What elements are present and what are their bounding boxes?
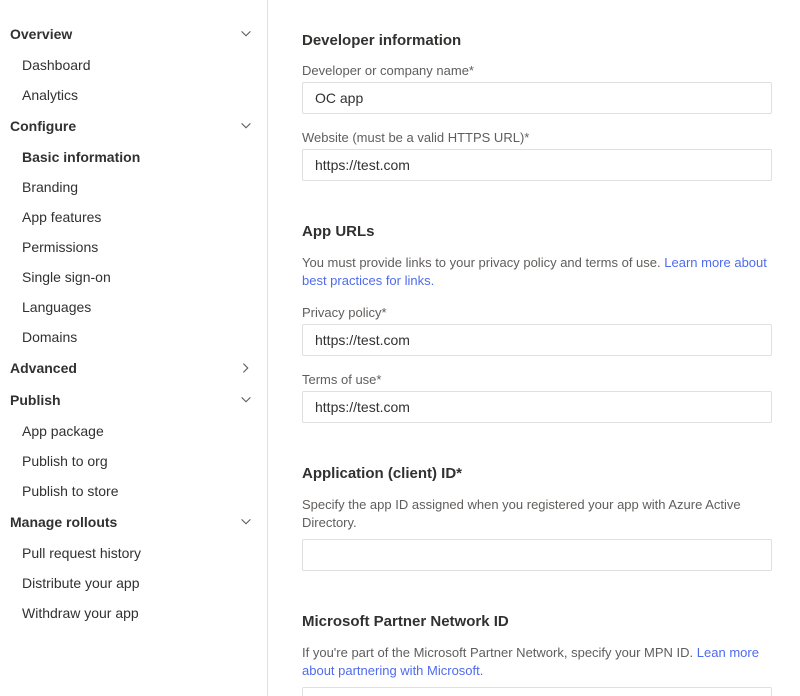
nav-group-advanced[interactable]: Advanced — [0, 352, 267, 384]
nav-item-distribute-your-app[interactable]: Distribute your app — [0, 568, 267, 598]
website-label: Website (must be a valid HTTPS URL)* — [302, 130, 772, 145]
terms-of-use-input[interactable] — [302, 391, 772, 423]
nav-item-app-features[interactable]: App features — [0, 202, 267, 232]
nav-group-label: Publish — [10, 392, 61, 408]
mpn-title: Microsoft Partner Network ID — [302, 613, 772, 630]
nav-group-label: Manage rollouts — [10, 514, 117, 530]
developer-info-section: Developer information Developer or compa… — [302, 32, 772, 181]
nav-group-manage-rollouts[interactable]: Manage rollouts — [0, 506, 267, 538]
nav-item-analytics[interactable]: Analytics — [0, 80, 267, 110]
developer-name-label: Developer or company name* — [302, 63, 772, 78]
nav-group-configure[interactable]: Configure — [0, 110, 267, 142]
website-input[interactable] — [302, 149, 772, 181]
mpn-input[interactable] — [302, 687, 772, 696]
nav-item-languages[interactable]: Languages — [0, 292, 267, 322]
app-urls-title: App URLs — [302, 223, 772, 240]
terms-of-use-label: Terms of use* — [302, 372, 772, 387]
nav-item-publish-to-store[interactable]: Publish to store — [0, 476, 267, 506]
nav-group-label: Configure — [10, 118, 76, 134]
client-id-section: Application (client) ID* Specify the app… — [302, 465, 772, 571]
nav-item-basic-information[interactable]: Basic information — [0, 142, 267, 172]
nav-item-branding[interactable]: Branding — [0, 172, 267, 202]
nav-group-publish[interactable]: Publish — [0, 384, 267, 416]
nav-item-single-sign-on[interactable]: Single sign-on — [0, 262, 267, 292]
chevron-down-icon — [239, 393, 253, 407]
chevron-down-icon — [239, 119, 253, 133]
chevron-down-icon — [239, 515, 253, 529]
app-urls-help: You must provide links to your privacy p… — [302, 254, 772, 289]
chevron-down-icon — [239, 27, 253, 41]
developer-name-input[interactable] — [302, 82, 772, 114]
nav-item-permissions[interactable]: Permissions — [0, 232, 267, 262]
nav-group-overview[interactable]: Overview — [0, 18, 267, 50]
nav-item-pull-request-history[interactable]: Pull request history — [0, 538, 267, 568]
nav-item-withdraw-your-app[interactable]: Withdraw your app — [0, 598, 267, 628]
client-id-help: Specify the app ID assigned when you reg… — [302, 496, 772, 531]
privacy-policy-input[interactable] — [302, 324, 772, 356]
main-content: Developer information Developer or compa… — [268, 0, 800, 696]
mpn-section: Microsoft Partner Network ID If you're p… — [302, 613, 772, 696]
nav-item-app-package[interactable]: App package — [0, 416, 267, 446]
nav-item-dashboard[interactable]: Dashboard — [0, 50, 267, 80]
nav-group-label: Overview — [10, 26, 72, 42]
sidebar: Overview DashboardAnalytics Configure Basic… — [0, 0, 268, 696]
mpn-help: If you're part of the Microsoft Partner … — [302, 644, 772, 679]
chevron-right-icon — [239, 361, 253, 375]
mpn-help-text: If you're part of the Microsoft Partner … — [302, 645, 697, 660]
privacy-policy-label: Privacy policy* — [302, 305, 772, 320]
client-id-title: Application (client) ID* — [302, 465, 772, 482]
nav-group-label: Advanced — [10, 360, 77, 376]
nav-item-domains[interactable]: Domains — [0, 322, 267, 352]
app-urls-help-text: You must provide links to your privacy p… — [302, 255, 664, 270]
developer-info-title: Developer information — [302, 32, 772, 49]
nav-item-publish-to-org[interactable]: Publish to org — [0, 446, 267, 476]
app-urls-section: App URLs You must provide links to your … — [302, 223, 772, 423]
client-id-input[interactable] — [302, 539, 772, 571]
